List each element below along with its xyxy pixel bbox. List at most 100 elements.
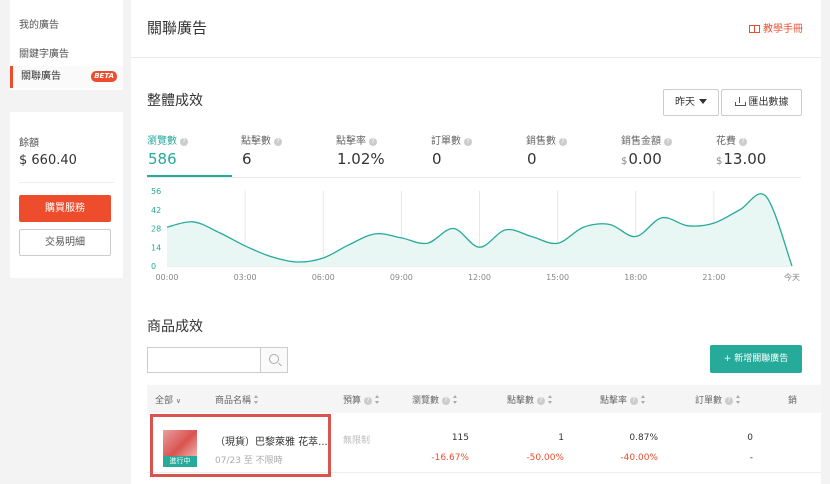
metric-sold[interactable]: 銷售數? 0 [526, 132, 567, 177]
sort-icon [254, 395, 259, 404]
search-input[interactable] [147, 347, 260, 373]
column-sales[interactable]: 銷 [788, 393, 797, 406]
balance-value: $ 660.40 [19, 153, 77, 168]
sort-icon [736, 395, 741, 404]
help-icon: ? [364, 397, 373, 405]
column-label: 瀏覽數 [412, 396, 440, 406]
beta-badge: BETA [91, 71, 117, 82]
help-icon: ? [725, 397, 734, 405]
table-header: 全部 ∨ 商品名稱 預算? 瀏覽數? 點擊數? 點擊率? 訂單數? 銷 [147, 385, 821, 413]
metric-label: 點擊率 [336, 136, 366, 147]
divider [131, 57, 821, 58]
y-tick-label: 42 [151, 206, 161, 215]
search-icon [269, 354, 279, 364]
balance-label: 餘額 [19, 138, 39, 149]
sidebar-item-label: 關聯廣告 [21, 71, 61, 82]
column-orders[interactable]: 訂單數? [695, 393, 741, 406]
date-select-value: 昨天 [675, 97, 695, 108]
column-label: 商品名稱 [215, 396, 252, 406]
column-label: 預算 [343, 396, 362, 406]
metric-label: 銷售數 [526, 136, 556, 147]
metric-sales-amount[interactable]: 銷售金額? $0.00 [621, 132, 672, 177]
x-tick-label: 15:00 [546, 273, 569, 282]
sort-icon [641, 395, 646, 404]
metric-value: 1.02% [337, 150, 385, 168]
y-tick-label: 14 [151, 243, 161, 252]
column-clicks[interactable]: 點擊數? [507, 393, 553, 406]
help-icon: ? [739, 138, 747, 146]
help-icon: ? [464, 138, 472, 146]
views-value: 115 [451, 433, 469, 443]
chevron-down-icon: ∨ [175, 397, 182, 405]
metric-label: 點擊數 [241, 136, 271, 147]
download-icon [734, 97, 746, 106]
tutorial-link[interactable]: 教學手冊 [749, 20, 803, 35]
y-tick-label: 28 [151, 225, 161, 234]
sidebar-item-related-ads[interactable]: 關聯廣告 BETA [10, 66, 123, 88]
search-button[interactable] [260, 347, 288, 373]
metric-label: 花費 [716, 136, 736, 147]
date-select[interactable]: 昨天 [663, 89, 719, 116]
orders-change: - [749, 453, 753, 463]
help-icon: ? [180, 138, 188, 146]
help-icon: ? [630, 397, 639, 405]
column-ctr[interactable]: 點擊率? [600, 393, 646, 406]
metric-value: 13.00 [723, 150, 767, 168]
metric-value: 6 [242, 150, 252, 168]
metric-ctr[interactable]: 點擊率? 1.02% [336, 132, 385, 177]
x-tick-label: 06:00 [312, 273, 335, 282]
tutorial-label: 教學手冊 [763, 24, 803, 35]
page-title: 關聯廣告 [147, 19, 208, 37]
book-icon [749, 25, 760, 33]
balance-panel: 餘額 $ 660.40 購買服務 交易明細 [10, 112, 123, 278]
product-budget: 無限制 [343, 436, 371, 446]
products-title: 商品成效 [147, 319, 203, 335]
column-views[interactable]: 瀏覽數? [412, 393, 458, 406]
buy-service-button[interactable]: 購買服務 [19, 195, 111, 222]
orders-value: 0 [747, 433, 753, 443]
views-change: -16.67% [431, 453, 469, 463]
sort-icon [375, 395, 380, 404]
x-tick-label: 00:00 [155, 273, 178, 282]
metric-value: 0 [432, 150, 442, 168]
export-button[interactable]: 匯出數據 [721, 89, 802, 116]
column-budget[interactable]: 預算? [343, 393, 380, 406]
sidebar-nav: 我的廣告 關鍵字廣告 關聯廣告 BETA [10, 0, 123, 90]
add-related-ad-button[interactable]: + 新增關聯廣告 [710, 345, 802, 373]
metric-value: 0 [527, 150, 537, 168]
chevron-down-icon [699, 99, 707, 104]
metric-currency: $ [716, 156, 723, 167]
metric-value: 586 [148, 150, 177, 168]
ctr-value: 0.87% [629, 433, 658, 443]
metric-clicks[interactable]: 點擊數? 6 [241, 132, 282, 177]
column-all[interactable]: 全部 ∨ [155, 393, 181, 406]
metric-label: 銷售金額 [621, 136, 661, 147]
transactions-button[interactable]: 交易明細 [19, 229, 111, 256]
column-label: 點擊率 [600, 396, 628, 406]
sort-icon [453, 395, 458, 404]
active-metric-indicator [147, 175, 232, 177]
help-icon: ? [442, 397, 451, 405]
y-tick-label: 56 [151, 187, 161, 196]
help-icon: ? [274, 138, 282, 146]
metric-label: 瀏覽數 [147, 136, 177, 147]
column-label: 全部 [155, 396, 174, 406]
metric-spend[interactable]: 花費? $13.00 [716, 132, 766, 177]
help-icon: ? [537, 397, 546, 405]
metric-currency: $ [621, 156, 628, 167]
main-panel: 關聯廣告 教學手冊 整體成效 昨天 匯出數據 瀏覽數? 586 點擊數? 6 點… [131, 0, 821, 484]
sidebar-item-my-ads[interactable]: 我的廣告 [19, 16, 59, 31]
views-chart: 00:00 03:00 06:00 09:00 12:00 15:00 18:00 21:00… [151, 187, 800, 282]
x-tick-label: 03:00 [234, 273, 257, 282]
sidebar-item-keyword-ads[interactable]: 關鍵字廣告 [19, 45, 69, 60]
x-tick-label: 18:00 [624, 273, 647, 282]
column-name[interactable]: 商品名稱 [215, 393, 259, 406]
clicks-change: -50.00% [526, 453, 564, 463]
help-icon: ? [369, 138, 377, 146]
help-icon: ? [664, 138, 672, 146]
metric-orders[interactable]: 訂單數? 0 [431, 132, 472, 177]
divider [19, 182, 114, 183]
column-label: 點擊數 [507, 396, 535, 406]
x-tick-label: 今天 [784, 272, 800, 282]
metric-views[interactable]: 瀏覽數? 586 [147, 132, 188, 177]
